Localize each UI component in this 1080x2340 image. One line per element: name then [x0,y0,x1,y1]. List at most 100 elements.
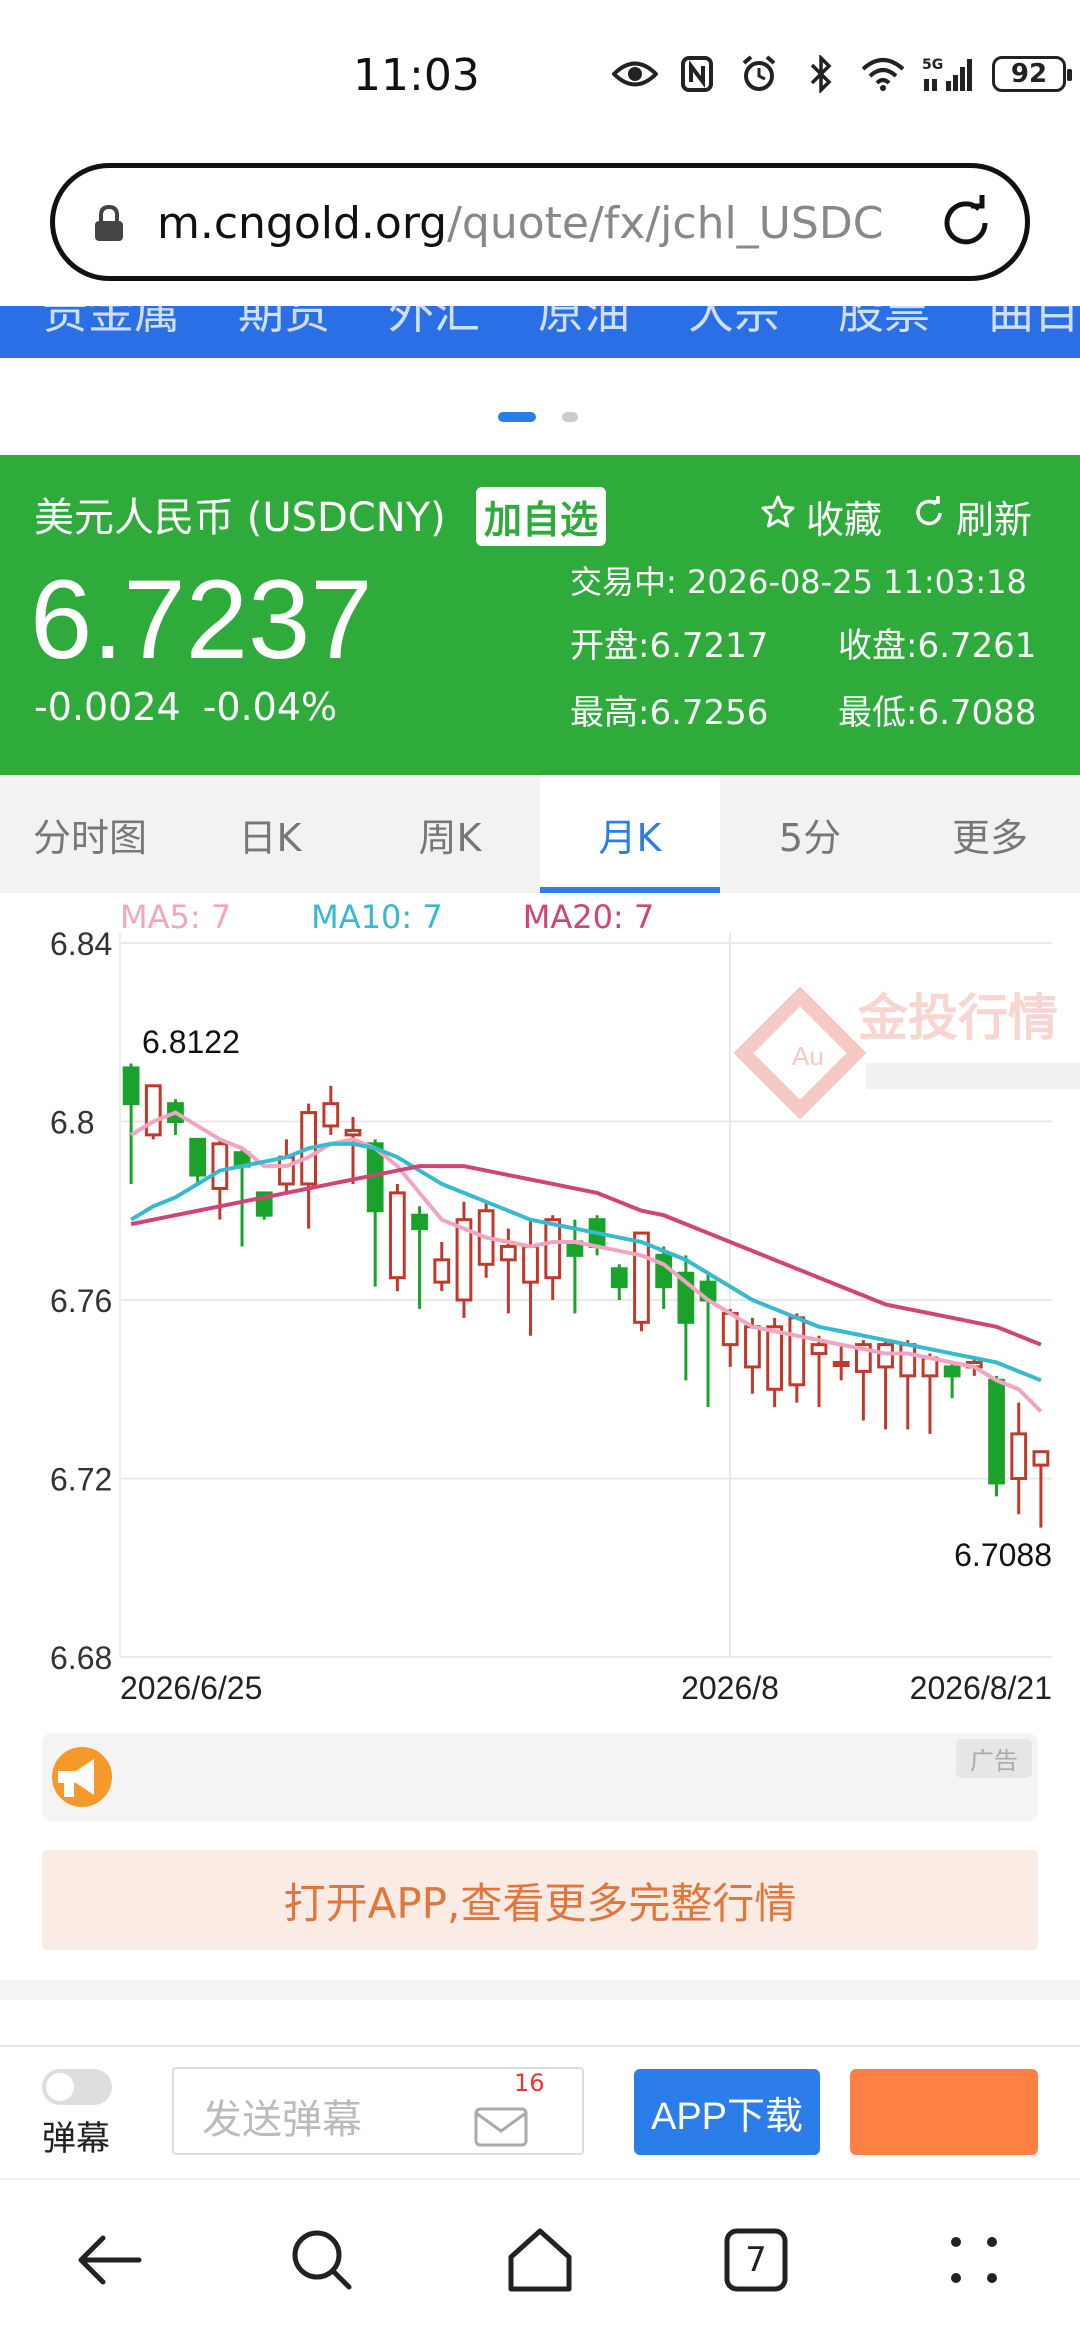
danmu-toggle[interactable] [42,2069,112,2105]
orange-action-button[interactable] [850,2069,1038,2155]
candle-body [766,1325,783,1391]
y-tick-label: 6.8 [50,1105,94,1141]
y-tick-label: 6.72 [50,1462,112,1498]
category-nav-item[interactable]: 原油 [538,306,630,342]
danmu-input[interactable]: 发送弹幕 16 [172,2067,584,2155]
category-nav-item[interactable]: 期货 [238,306,330,342]
status-icons: 5G 92 [612,54,1072,94]
category-nav-item[interactable]: 外汇 [388,306,480,342]
candle [122,1063,140,1184]
candle [544,1215,562,1300]
bluetooth-icon [798,54,844,94]
high-price: 最高:6.7256 [570,693,769,733]
open-app-banner[interactable]: 打开APP,查看更多完整行情 [42,1850,1038,1950]
candle [233,1148,251,1247]
tab-period[interactable]: 更多 [900,775,1080,893]
category-nav-item[interactable]: 股票 [838,306,930,342]
candle-body [810,1343,828,1356]
candle-body [788,1316,806,1387]
pager-dot-active[interactable] [498,412,536,422]
trading-status: 交易中: 2026-08-25 11:03:18 [570,563,1027,601]
current-price: 6.7237 [30,557,373,682]
app-download-button[interactable]: APP下载 [634,2069,820,2155]
candle [144,1084,162,1140]
max-price-label: 6.8122 [142,1024,240,1060]
candle-body [988,1378,1005,1485]
tab-period[interactable]: 日K [180,775,360,893]
candle-body [411,1213,428,1231]
pager-dots [498,412,578,422]
candle [610,1264,628,1300]
candle-body [1032,1450,1050,1467]
kline-svg[interactable]: Au 金投行情 6.84 6.8 6.76 6.72 6.682026/6/25 2026… [0,893,1080,1723]
candle [322,1085,340,1135]
pager-dot[interactable] [562,412,578,422]
favorite-button[interactable]: 收藏 [760,489,882,544]
tab-count: 7 [745,2240,767,2280]
y-tick-label: 6.76 [50,1283,112,1319]
candle [832,1344,850,1381]
back-icon[interactable] [68,2220,148,2300]
reload-icon[interactable] [935,192,997,254]
wifi-icon [860,54,906,94]
eye-icon [612,54,658,94]
x-tick-label: 2026/6/25 [120,1670,262,1706]
search-icon[interactable] [282,2220,362,2300]
candle [344,1117,362,1184]
open-price: 开盘:6.7217 [570,626,769,666]
candle-body [943,1365,961,1378]
kline-chart[interactable]: Au 金投行情 6.84 6.8 6.76 6.72 6.68 2026/6/25 2026… [0,893,1080,1723]
candle-body [744,1325,761,1369]
favorite-label: 收藏 [806,498,883,542]
candle [455,1201,473,1318]
quote-header: 美元人民币 (USDCNY) 加自选 收藏 刷新 6.7237 -0.0024-… [0,455,1080,775]
category-nav-item[interactable]: 大宗 [688,306,780,342]
menu-icon[interactable] [934,2220,1014,2300]
refresh-button[interactable]: 刷新 [912,489,1032,544]
x-tick-label: 2026/8 [681,1670,779,1706]
system-nav-bar: 7 [0,2178,1080,2340]
home-icon[interactable] [500,2220,580,2300]
candle-body [1010,1432,1028,1480]
mail-icon[interactable] [474,2095,534,2153]
candle-body [189,1137,207,1177]
tab-period[interactable]: 周K [360,775,540,893]
url-bar[interactable]: m.cngold.org/quote/fx/jchl_USDC [50,163,1030,281]
low-price: 最低:6.7088 [838,693,1037,733]
change-percent: -0.04% [202,685,338,729]
x-tick-label: 2026/8/21 [910,1670,1052,1706]
candle [943,1362,961,1399]
category-nav-item[interactable]: 贵金属 [42,306,180,342]
category-nav-item[interactable]: 曲目 [988,306,1080,342]
add-watchlist-button[interactable]: 加自选 [476,487,607,546]
candle [677,1255,695,1381]
candle-body [211,1142,229,1190]
candle [300,1103,317,1229]
tab-period[interactable]: 月K [540,775,720,893]
alarm-icon [736,54,782,94]
candle [988,1375,1005,1497]
tabs-icon[interactable]: 7 [716,2220,796,2300]
candle-body [144,1084,162,1137]
tab-period[interactable]: 5分 [720,775,900,893]
candle-body [499,1244,517,1262]
status-bar: 11:03 5G 92 [0,0,1080,150]
watermark-au: Au [792,1041,824,1071]
candle-body [877,1343,894,1369]
refresh-label: 刷新 [956,498,1033,542]
candle-body [433,1258,451,1284]
tab-period[interactable]: 分时图 [0,775,180,893]
nfc-icon [674,54,720,94]
watermark: Au 金投行情 [733,986,1080,1120]
url-path: /quote/fx/jchl_USDC [447,198,884,249]
danmu-label: 弹幕 [42,2119,110,2159]
candle-body [344,1128,362,1137]
candle [411,1206,428,1309]
url-text[interactable]: m.cngold.org/quote/fx/jchl_USDC [157,198,947,249]
candle-body [322,1102,340,1128]
candle [433,1241,451,1292]
candle [810,1335,828,1408]
candle [699,1273,717,1408]
ad-banner[interactable]: 广告 [42,1733,1038,1821]
battery-indicator: 92 [992,56,1072,92]
